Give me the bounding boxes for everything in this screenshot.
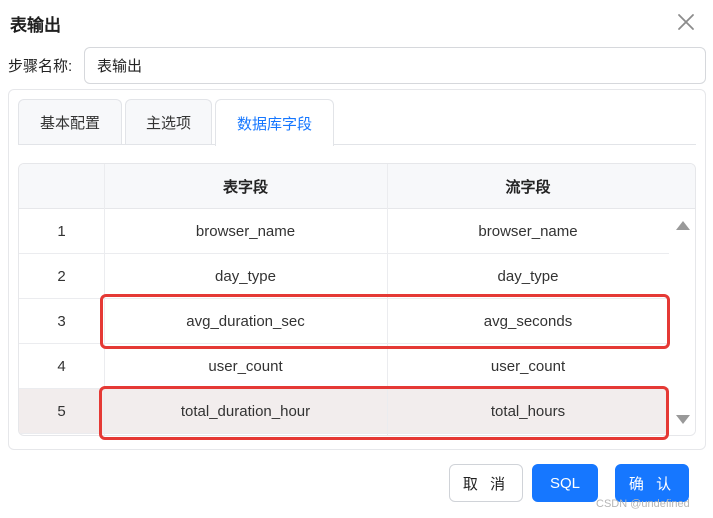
- vertical-scrollbar[interactable]: [669, 209, 695, 435]
- table-field-cell[interactable]: day_type: [104, 254, 387, 299]
- row-index: 5: [57, 403, 66, 420]
- table-row[interactable]: 4 user_count user_count: [19, 344, 669, 389]
- header-divider: [387, 164, 388, 209]
- row-index: 3: [57, 313, 66, 330]
- sql-button[interactable]: SQL: [532, 464, 598, 502]
- dialog-title: 表输出: [10, 16, 61, 35]
- stream-field-cell[interactable]: browser_name: [387, 209, 669, 254]
- row-index: 2: [57, 268, 66, 285]
- column-divider: [387, 209, 388, 435]
- tab-main-options[interactable]: 主选项: [125, 99, 212, 145]
- scroll-up-arrow-icon[interactable]: [676, 221, 690, 230]
- stream-field-column-header: 流字段: [505, 179, 551, 196]
- table-row-selected[interactable]: 5 total_duration_hour total_hours: [19, 389, 669, 434]
- table-header: 表字段 流字段: [19, 164, 695, 209]
- cancel-button[interactable]: 取 消: [449, 464, 523, 502]
- close-icon[interactable]: [675, 11, 697, 33]
- table-row[interactable]: 3 avg_duration_sec avg_seconds: [19, 299, 669, 344]
- index-column-header: [19, 164, 104, 209]
- tab-database-fields[interactable]: 数据库字段: [215, 99, 334, 146]
- table-field-cell[interactable]: avg_duration_sec: [104, 299, 387, 344]
- table-field-column-header: 表字段: [222, 179, 268, 196]
- header-divider: [104, 164, 105, 209]
- field-mapping-table: 表字段 流字段 1 browser_name browser_name 2 da…: [18, 163, 696, 436]
- step-name-label: 步骤名称:: [8, 58, 73, 75]
- stream-field-cell[interactable]: total_hours: [387, 389, 669, 434]
- row-index: 1: [57, 223, 66, 240]
- tab-basic-config[interactable]: 基本配置: [18, 99, 122, 145]
- scroll-down-arrow-icon[interactable]: [676, 415, 690, 424]
- watermark: CSDN @undefined: [596, 498, 690, 510]
- table-field-cell[interactable]: browser_name: [104, 209, 387, 254]
- row-index: 4: [57, 358, 66, 375]
- table-output-dialog: 表输出 步骤名称: 基本配置 主选项 数据库字段 表字段 流字段 1 brows…: [0, 0, 713, 518]
- stream-field-cell[interactable]: avg_seconds: [387, 299, 669, 344]
- confirm-button[interactable]: 确 认: [615, 464, 689, 502]
- table-field-cell[interactable]: total_duration_hour: [104, 389, 387, 434]
- stream-field-cell[interactable]: user_count: [387, 344, 669, 389]
- table-row[interactable]: 1 browser_name browser_name: [19, 209, 669, 254]
- column-divider: [104, 209, 105, 435]
- stream-field-cell[interactable]: day_type: [387, 254, 669, 299]
- tab-divider: [18, 144, 696, 145]
- table-row[interactable]: 2 day_type day_type: [19, 254, 669, 299]
- table-field-cell[interactable]: user_count: [104, 344, 387, 389]
- step-name-input[interactable]: [84, 47, 706, 84]
